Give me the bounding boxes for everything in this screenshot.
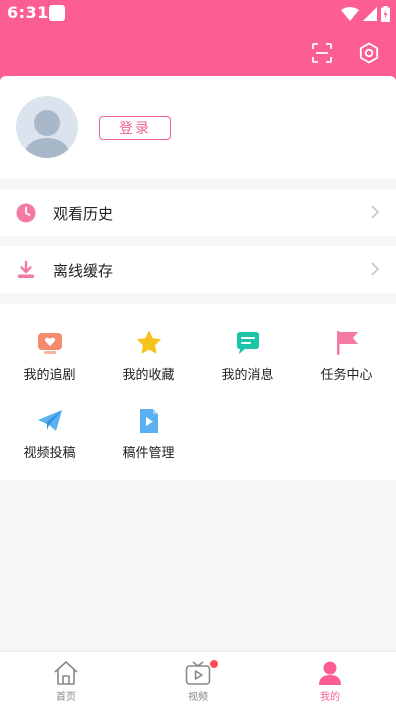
grid-item-label: 我的追剧 — [23, 368, 76, 383]
gear-icon — [359, 42, 379, 64]
download-icon — [18, 260, 34, 278]
chevron-right-icon — [371, 205, 380, 219]
grid-item-messages[interactable]: 我的消息 — [198, 330, 297, 400]
tab-video[interactable]: 视频 — [132, 652, 264, 704]
profile-card: 登录 — [0, 76, 396, 179]
list-item-label: 离线缓存 — [53, 262, 114, 280]
grid-item-video-upload[interactable]: 视频投稿 — [0, 408, 99, 478]
grid-item-label: 视频投稿 — [23, 446, 76, 461]
battery-charging-icon — [381, 6, 390, 22]
status-time: 6:31 — [7, 3, 49, 22]
tv-play-icon — [185, 661, 211, 685]
feature-grid: 我的追剧 我的收藏 我的消息 任务中心 视频投稿 稿件管理 — [0, 304, 396, 480]
notification-badge — [210, 660, 218, 668]
scan-button[interactable] — [308, 39, 336, 67]
person-icon — [319, 661, 341, 685]
login-button[interactable]: 登录 — [99, 116, 171, 140]
signal-icon — [363, 7, 377, 21]
list-item-watch-history[interactable]: 观看历史 — [0, 189, 396, 236]
tab-mine[interactable]: 我的 — [264, 652, 396, 704]
system-icons — [341, 5, 390, 23]
video-file-icon — [140, 409, 158, 433]
star-icon — [137, 331, 161, 354]
grid-item-task-center[interactable]: 任务中心 — [297, 330, 396, 400]
grid-item-label: 稿件管理 — [122, 446, 175, 461]
paper-plane-icon — [38, 410, 62, 431]
list-item-label: 观看历史 — [53, 205, 114, 223]
app-header — [0, 28, 396, 80]
grid-item-label: 任务中心 — [320, 368, 373, 383]
grid-item-label: 我的收藏 — [122, 368, 175, 383]
wifi-icon — [341, 7, 359, 21]
grid-item-favorites[interactable]: 我的收藏 — [99, 330, 198, 400]
bottom-tab-bar: 首页 视频 我的 — [0, 651, 396, 704]
grid-item-label: 我的消息 — [221, 368, 274, 383]
default-avatar-icon[interactable] — [16, 96, 78, 158]
home-icon — [54, 661, 78, 685]
notification-square-icon — [49, 5, 65, 21]
status-bar: 6:31 — [0, 0, 396, 28]
flag-icon — [337, 331, 358, 355]
grid-item-following[interactable]: 我的追剧 — [0, 330, 99, 400]
tab-label: 视频 — [188, 692, 208, 703]
tab-home[interactable]: 首页 — [0, 652, 132, 704]
settings-button[interactable] — [355, 39, 383, 67]
grid-item-manuscript-management[interactable]: 稿件管理 — [99, 408, 198, 478]
scan-icon — [312, 43, 332, 63]
tab-label: 我的 — [320, 692, 340, 703]
list-item-offline-cache[interactable]: 离线缓存 — [0, 246, 396, 293]
tab-label: 首页 — [56, 692, 76, 703]
clock-icon — [16, 203, 36, 223]
main-content: 登录 观看历史 离线缓存 我的追剧 我的收藏 我的消息 任务中心 视频投稿 稿件… — [0, 76, 396, 651]
tv-heart-icon — [38, 333, 62, 354]
chevron-right-icon — [371, 262, 380, 276]
message-icon — [237, 332, 259, 354]
